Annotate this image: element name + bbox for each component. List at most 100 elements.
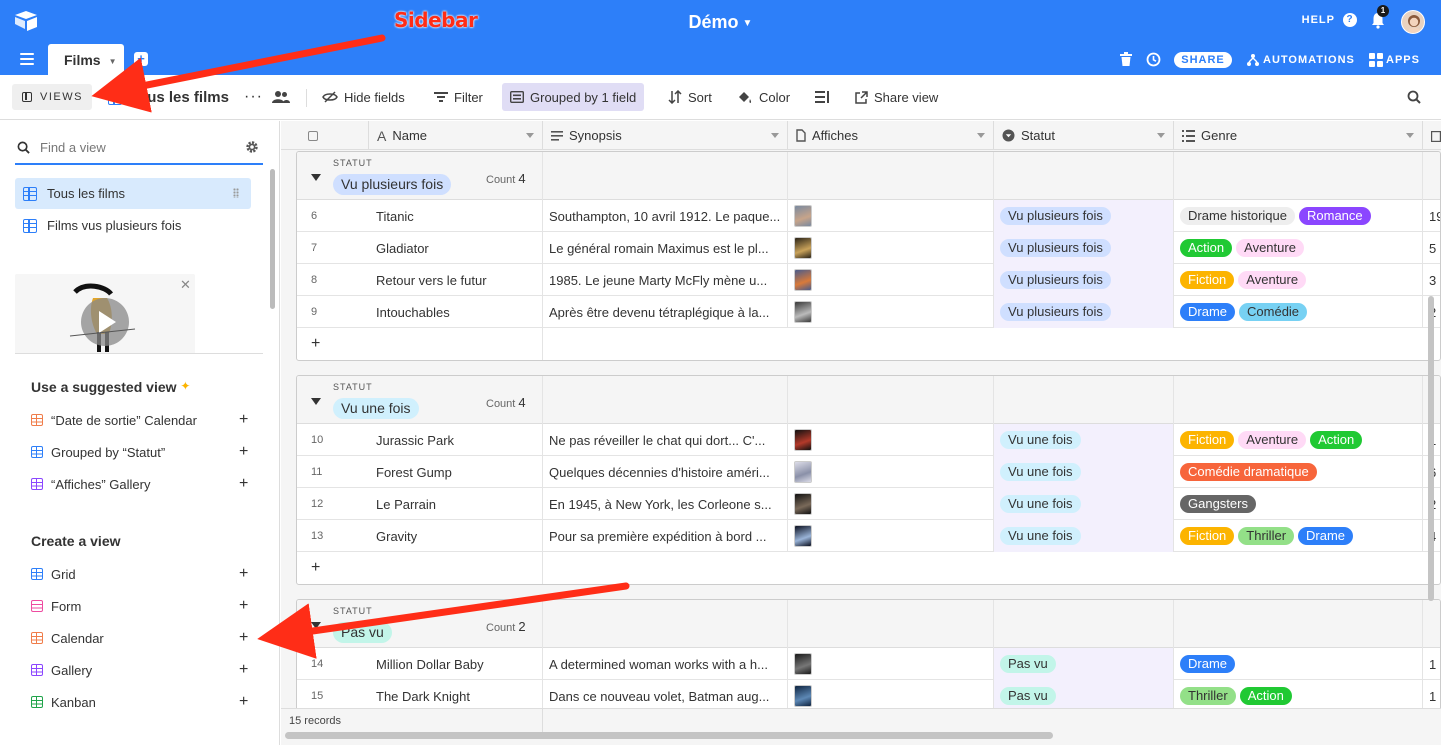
cell-statut[interactable]: Pas vu: [993, 648, 1173, 680]
poster-thumbnail[interactable]: [794, 525, 812, 547]
cell-affiches[interactable]: [787, 200, 993, 232]
poster-thumbnail[interactable]: [794, 685, 812, 707]
cell-genre[interactable]: Gangsters: [1173, 488, 1422, 520]
group-header[interactable]: STATUT Vu plusieurs fois Count 4: [297, 152, 1440, 200]
cell-name[interactable]: Titanic: [370, 200, 542, 232]
cell-affiches[interactable]: [787, 520, 993, 552]
gear-icon[interactable]: [245, 140, 259, 154]
column-header-statut[interactable]: Statut: [994, 121, 1174, 150]
add-icon[interactable]: +: [239, 661, 248, 679]
collapse-triangle-icon[interactable]: [311, 398, 321, 405]
cell-affiches[interactable]: [787, 232, 993, 264]
tutorial-video-card[interactable]: [15, 274, 195, 354]
collapse-triangle-icon[interactable]: [311, 622, 321, 629]
cell-statut[interactable]: Vu plusieurs fois: [993, 296, 1173, 328]
create-gallery-view[interactable]: Gallery +: [31, 660, 251, 680]
cell-synopsis[interactable]: 1985. Le jeune Marty McFly mène u...: [542, 264, 787, 296]
grid-vertical-scrollbar[interactable]: [1428, 296, 1434, 601]
view-item-tous-les-films[interactable]: Tous les films: [15, 178, 251, 209]
cell-genre[interactable]: Drame: [1173, 648, 1422, 680]
select-all-checkbox[interactable]: [281, 121, 369, 150]
poster-thumbnail[interactable]: [794, 653, 812, 675]
cell-truncated[interactable]: 19: [1422, 200, 1440, 232]
add-icon[interactable]: +: [239, 443, 248, 461]
table-row[interactable]: 6 Titanic Southampton, 10 avril 1912. Le p…: [297, 200, 1440, 232]
column-header-truncated[interactable]: [1423, 121, 1441, 150]
close-icon[interactable]: ✕: [180, 277, 191, 293]
cell-synopsis[interactable]: Quelques décennies d'histoire améri...: [542, 456, 787, 488]
cell-affiches[interactable]: [787, 424, 993, 456]
add-icon[interactable]: +: [239, 411, 248, 429]
search-icon[interactable]: [1407, 90, 1421, 104]
cell-affiches[interactable]: [787, 648, 993, 680]
table-row[interactable]: 11 Forest Gump Quelques décennies d'histoi…: [297, 456, 1440, 488]
column-header-name[interactable]: A Name: [369, 121, 543, 150]
cell-genre[interactable]: Comédie dramatique: [1173, 456, 1422, 488]
cell-name[interactable]: Intouchables: [370, 296, 542, 328]
cell-statut[interactable]: Vu une fois: [993, 456, 1173, 488]
table-row[interactable]: 12 Le Parrain En 1945, à New York, les Cor…: [297, 488, 1440, 520]
table-row[interactable]: 14 Million Dollar Baby A determined woman …: [297, 648, 1440, 680]
table-row[interactable]: 8 Retour vers le futur 1985. Le jeune Mart…: [297, 264, 1440, 296]
create-kanban-view[interactable]: Kanban +: [31, 692, 251, 712]
table-row[interactable]: 10 Jurassic Park Ne pas réveiller le chat …: [297, 424, 1440, 456]
view-item-films-vus-plusieurs-fois[interactable]: Films vus plusieurs fois: [15, 210, 251, 241]
add-icon[interactable]: +: [239, 565, 248, 583]
table-row[interactable]: 13 Gravity Pour sa première expédition à b…: [297, 520, 1440, 552]
cell-name[interactable]: Gravity: [370, 520, 542, 552]
menu-icon[interactable]: [20, 53, 34, 65]
group-header[interactable]: STATUT Pas vu Count 2: [297, 600, 1440, 648]
cell-synopsis[interactable]: Ne pas réveiller le chat qui dort... C'.…: [542, 424, 787, 456]
cell-truncated[interactable]: 1: [1422, 648, 1440, 680]
add-icon[interactable]: +: [239, 597, 248, 615]
color-button[interactable]: Color: [729, 83, 798, 111]
add-icon[interactable]: +: [239, 629, 248, 647]
current-view-name[interactable]: Tous les films: [108, 89, 229, 106]
cell-synopsis[interactable]: En 1945, à New York, les Corleone s...: [542, 488, 787, 520]
cell-statut[interactable]: Vu une fois: [993, 424, 1173, 456]
cell-name[interactable]: Forest Gump: [370, 456, 542, 488]
cell-synopsis[interactable]: Southampton, 10 avril 1912. Le paque...: [542, 200, 787, 232]
column-header-genre[interactable]: Genre: [1174, 121, 1423, 150]
history-icon[interactable]: [1146, 52, 1161, 67]
help-button[interactable]: HELP?: [1302, 13, 1357, 27]
cell-affiches[interactable]: [787, 264, 993, 296]
cell-affiches[interactable]: [787, 296, 993, 328]
cell-genre[interactable]: Drame historique Romance: [1173, 200, 1422, 232]
cell-synopsis[interactable]: Le général romain Maximus est le pl...: [542, 232, 787, 264]
cell-statut[interactable]: Vu plusieurs fois: [993, 264, 1173, 296]
suggested-view-gallery[interactable]: “Affiches” Gallery +: [31, 474, 251, 494]
collapse-triangle-icon[interactable]: [311, 174, 321, 181]
cell-statut[interactable]: Vu plusieurs fois: [993, 200, 1173, 232]
cell-affiches[interactable]: [787, 456, 993, 488]
create-grid-view[interactable]: Grid +: [31, 564, 251, 584]
share-view-button[interactable]: Share view: [847, 83, 946, 111]
add-record-button[interactable]: +: [297, 552, 1440, 584]
poster-thumbnail[interactable]: [794, 493, 812, 515]
add-icon[interactable]: +: [239, 475, 248, 493]
grid-horizontal-scrollbar[interactable]: [285, 732, 1053, 739]
cell-statut[interactable]: Vu plusieurs fois: [993, 232, 1173, 264]
cell-affiches[interactable]: [787, 488, 993, 520]
sidebar-scrollbar[interactable]: [270, 169, 275, 309]
cell-name[interactable]: Retour vers le futur: [370, 264, 542, 296]
find-view-input[interactable]: [40, 139, 220, 155]
poster-thumbnail[interactable]: [794, 269, 812, 291]
row-height-button[interactable]: [807, 83, 837, 111]
suggested-view-calendar[interactable]: “Date de sortie” Calendar +: [31, 410, 251, 430]
cell-synopsis[interactable]: Pour sa première expédition à bord ...: [542, 520, 787, 552]
cell-statut[interactable]: Vu une fois: [993, 488, 1173, 520]
sort-button[interactable]: Sort: [660, 83, 720, 111]
avatar[interactable]: [1401, 10, 1425, 34]
cell-synopsis[interactable]: Après être devenu tétraplégique à la...: [542, 296, 787, 328]
table-row[interactable]: 9 Intouchables Après être devenu tétraplég…: [297, 296, 1440, 328]
create-calendar-view[interactable]: Calendar +: [31, 628, 251, 648]
group-header[interactable]: STATUT Vu une fois Count 4: [297, 376, 1440, 424]
apps-button[interactable]: APPS: [1369, 53, 1420, 67]
base-title[interactable]: Démo ▼: [0, 12, 1441, 33]
poster-thumbnail[interactable]: [794, 205, 812, 227]
automations-button[interactable]: AUTOMATIONS: [1246, 53, 1355, 67]
create-form-view[interactable]: Form +: [31, 596, 251, 616]
cell-genre[interactable]: Fiction Aventure: [1173, 264, 1422, 296]
cell-name[interactable]: Million Dollar Baby: [370, 648, 542, 680]
